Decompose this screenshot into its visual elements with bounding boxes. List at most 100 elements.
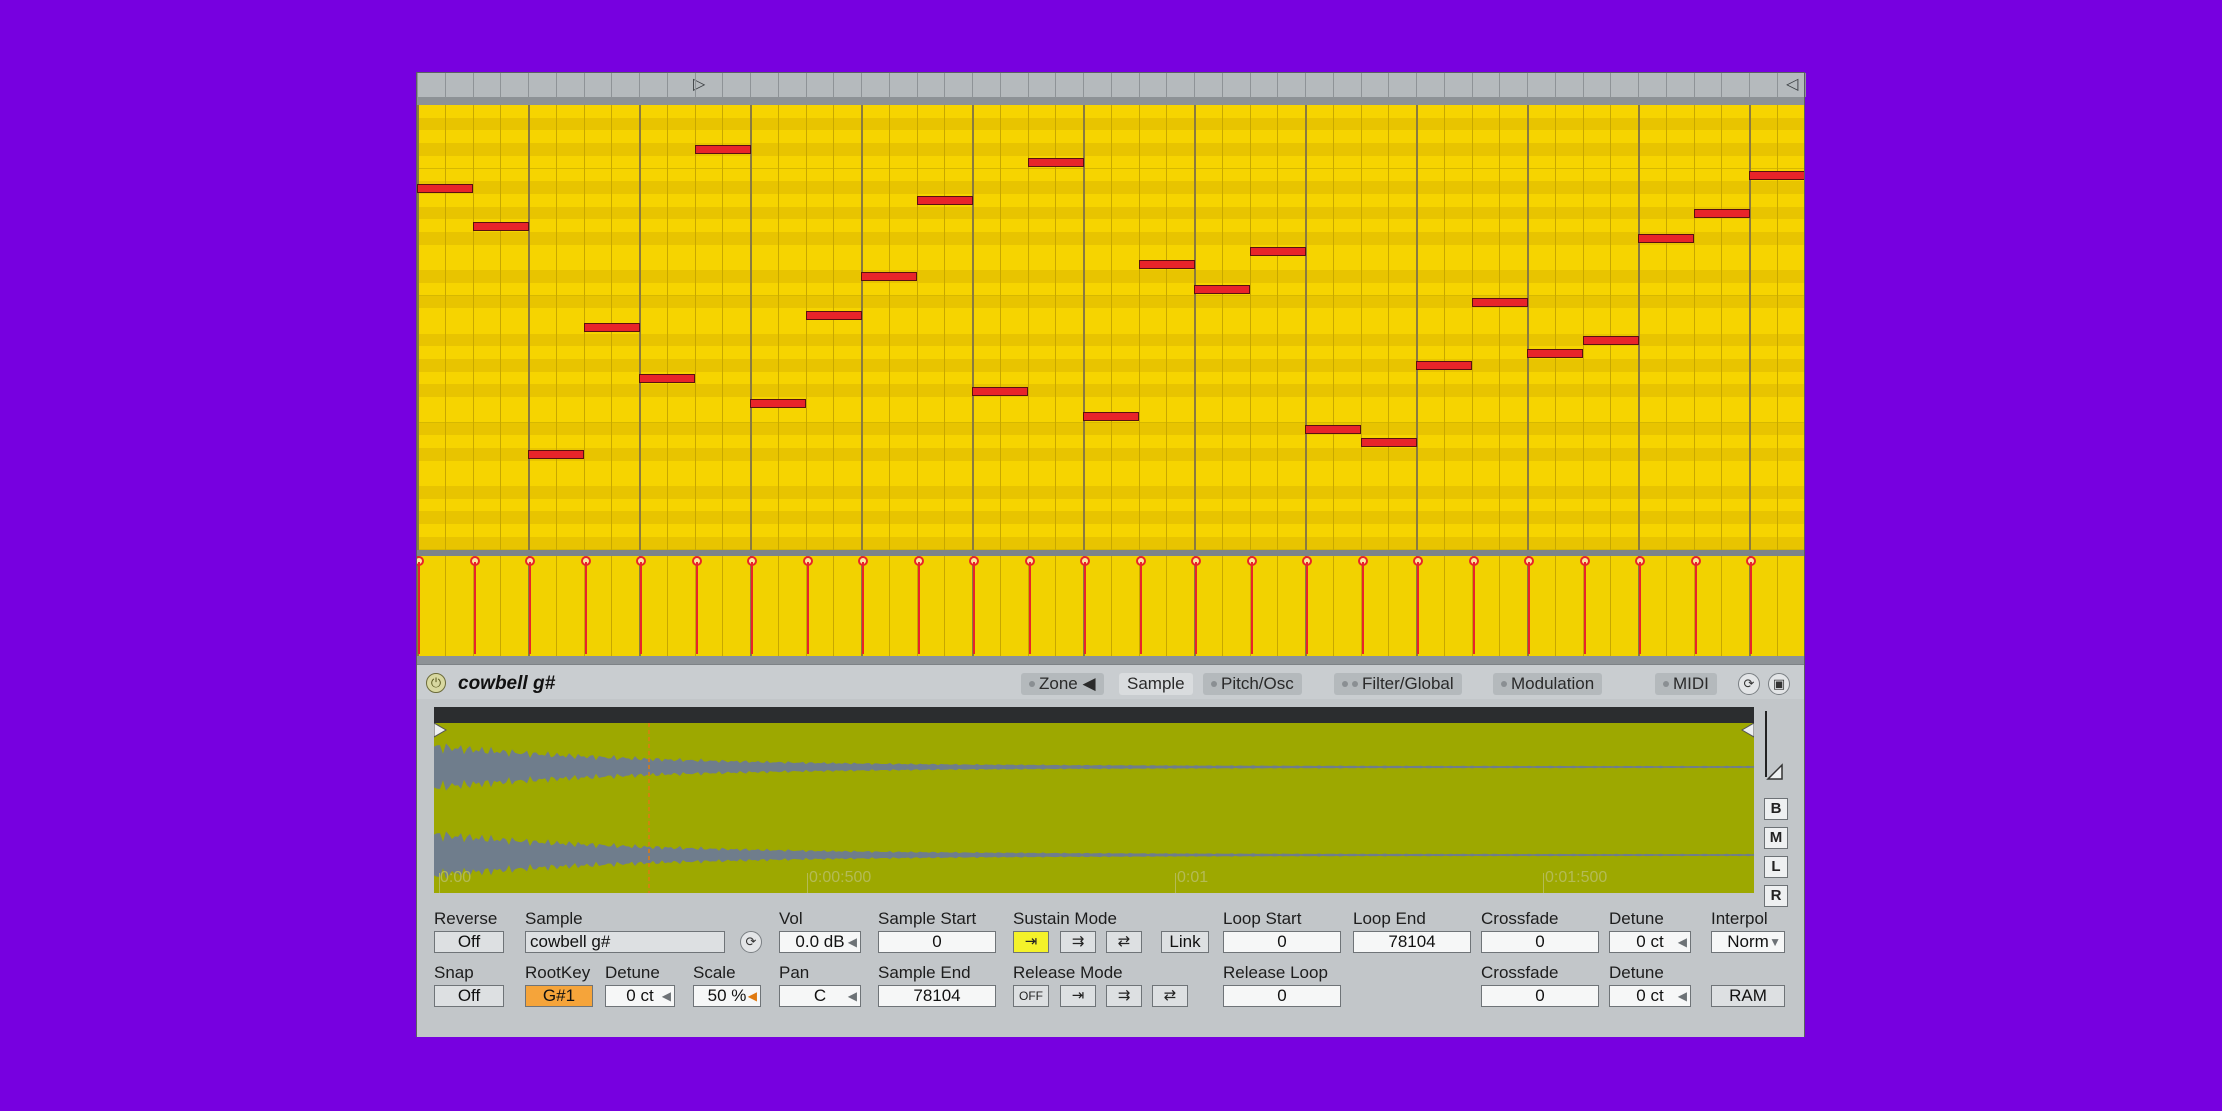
velocity-stem[interactable] xyxy=(1358,556,1368,654)
midi-note[interactable] xyxy=(1139,260,1195,269)
midi-note[interactable] xyxy=(1527,349,1583,358)
scale-field[interactable]: 50 % ◀ xyxy=(693,985,761,1007)
side-button-l[interactable]: L xyxy=(1764,856,1788,878)
tab-zone[interactable]: Zone ◀ xyxy=(1021,673,1104,695)
pan-field[interactable]: C ◀ xyxy=(779,985,861,1007)
crossfade-field[interactable]: 0 xyxy=(1481,931,1599,953)
hot-swap-icon[interactable]: ⟳ xyxy=(1738,673,1760,695)
release-mode-no-loop-icon[interactable]: ⇥ xyxy=(1060,985,1096,1007)
sample-end-field[interactable]: 78104 xyxy=(878,985,996,1007)
velocity-stem[interactable] xyxy=(1136,556,1146,654)
midi-note[interactable] xyxy=(750,399,806,408)
velocity-stem[interactable] xyxy=(1691,556,1701,654)
sample-start-field[interactable]: 0 xyxy=(878,931,996,953)
velocity-stem[interactable] xyxy=(1413,556,1423,654)
velocity-stem[interactable] xyxy=(525,556,535,654)
rootkey-field[interactable]: G#1 xyxy=(525,985,593,1007)
velocity-stem[interactable] xyxy=(1524,556,1534,654)
tab-filter-global[interactable]: Filter/Global xyxy=(1334,673,1462,695)
sample-name-field[interactable]: cowbell g# xyxy=(525,931,725,953)
midi-note[interactable] xyxy=(1194,285,1250,294)
loop-end-marker[interactable]: ◁ xyxy=(1786,77,1798,93)
midi-note[interactable] xyxy=(528,450,584,459)
release-mode-loop-icon[interactable]: ⇉ xyxy=(1106,985,1142,1007)
release-loop-field[interactable]: 0 xyxy=(1223,985,1341,1007)
reverse-toggle[interactable]: Off xyxy=(434,931,504,953)
velocity-stem[interactable] xyxy=(858,556,868,654)
vol-field[interactable]: 0.0 dB ◀ xyxy=(779,931,861,953)
loop-start-field[interactable]: 0 xyxy=(1223,931,1341,953)
detune-field[interactable]: 0 ct ◀ xyxy=(1609,931,1691,953)
velocity-lane[interactable] xyxy=(417,556,1804,656)
sample-hot-swap-icon[interactable]: ⟳ xyxy=(740,931,762,953)
sample-display[interactable]: 0:00 0:00:500 0:01 0:01:500 xyxy=(434,707,1754,893)
sustain-mode-no-loop-icon[interactable]: ⇥ xyxy=(1013,931,1049,953)
velocity-stem[interactable] xyxy=(470,556,480,654)
volume-slider-icon[interactable] xyxy=(1760,707,1794,787)
side-button-r[interactable]: R xyxy=(1764,885,1788,907)
velocity-stem[interactable] xyxy=(1469,556,1479,654)
velocity-stem[interactable] xyxy=(1191,556,1201,654)
snap-toggle[interactable]: Off xyxy=(434,985,504,1007)
interpol-select[interactable]: Norm ▼ xyxy=(1711,931,1785,953)
velocity-stem[interactable] xyxy=(1635,556,1645,654)
ram-button[interactable]: RAM xyxy=(1711,985,1785,1007)
velocity-stem[interactable] xyxy=(692,556,702,654)
midi-note[interactable] xyxy=(972,387,1028,396)
crossfade2-field[interactable]: 0 xyxy=(1481,985,1599,1007)
sample-end-handle-icon[interactable] xyxy=(1741,723,1754,738)
tab-modulation[interactable]: Modulation xyxy=(1493,673,1603,695)
midi-note[interactable] xyxy=(1250,247,1306,256)
sustain-mode-loop-icon[interactable]: ⇉ xyxy=(1060,931,1096,953)
midi-note[interactable] xyxy=(1694,209,1750,218)
save-preset-icon[interactable]: ▣ xyxy=(1768,673,1790,695)
midi-note[interactable] xyxy=(1361,438,1417,447)
velocity-stem[interactable] xyxy=(1746,556,1756,654)
midi-note[interactable] xyxy=(1083,412,1139,421)
velocity-stem[interactable] xyxy=(1025,556,1035,654)
velocity-stem[interactable] xyxy=(1080,556,1090,654)
midi-note[interactable] xyxy=(1749,171,1804,180)
midi-note[interactable] xyxy=(861,272,917,281)
velocity-stem[interactable] xyxy=(969,556,979,654)
velocity-stem[interactable] xyxy=(914,556,924,654)
tab-pitch-osc[interactable]: Pitch/Osc xyxy=(1203,673,1302,695)
midi-note[interactable] xyxy=(695,145,751,154)
midi-note[interactable] xyxy=(806,311,862,320)
velocity-stem[interactable] xyxy=(636,556,646,654)
midi-note[interactable] xyxy=(1305,425,1361,434)
midi-note[interactable] xyxy=(1638,234,1694,243)
midi-note[interactable] xyxy=(473,222,529,231)
release-mode-pingpong-icon[interactable]: ⇄ xyxy=(1152,985,1188,1007)
midi-note[interactable] xyxy=(917,196,973,205)
midi-note[interactable] xyxy=(1472,298,1528,307)
side-button-m[interactable]: M xyxy=(1764,827,1788,849)
detune-small-field[interactable]: 0 ct ◀ xyxy=(605,985,675,1007)
velocity-stem[interactable] xyxy=(1580,556,1590,654)
tab-midi[interactable]: MIDI xyxy=(1655,673,1717,695)
midi-note[interactable] xyxy=(1583,336,1639,345)
sample-start-handle-icon[interactable] xyxy=(434,723,447,738)
velocity-stem[interactable] xyxy=(1302,556,1312,654)
detune2-field[interactable]: 0 ct ◀ xyxy=(1609,985,1691,1007)
waveform[interactable]: 0:00 0:00:500 0:01 0:01:500 xyxy=(434,723,1754,893)
midi-note[interactable] xyxy=(1028,158,1084,167)
side-button-b[interactable]: B xyxy=(1764,798,1788,820)
velocity-stem[interactable] xyxy=(417,556,424,654)
velocity-stem[interactable] xyxy=(1247,556,1257,654)
midi-note[interactable] xyxy=(639,374,695,383)
velocity-stem[interactable] xyxy=(581,556,591,654)
sustain-mode-pingpong-icon[interactable]: ⇄ xyxy=(1106,931,1142,953)
midi-note[interactable] xyxy=(417,184,473,193)
piano-roll[interactable] xyxy=(417,105,1804,550)
device-power-icon[interactable]: ⏻ xyxy=(426,673,446,693)
velocity-stem[interactable] xyxy=(747,556,757,654)
velocity-stem[interactable] xyxy=(803,556,813,654)
release-mode-off-button[interactable]: OFF xyxy=(1013,985,1049,1007)
loop-end-field[interactable]: 78104 xyxy=(1353,931,1471,953)
midi-note[interactable] xyxy=(584,323,640,332)
midi-note[interactable] xyxy=(1416,361,1472,370)
link-button[interactable]: Link xyxy=(1161,931,1209,953)
tab-sample[interactable]: Sample xyxy=(1119,673,1193,695)
timeline-ruler[interactable]: ▷ ◁ xyxy=(417,73,1806,98)
